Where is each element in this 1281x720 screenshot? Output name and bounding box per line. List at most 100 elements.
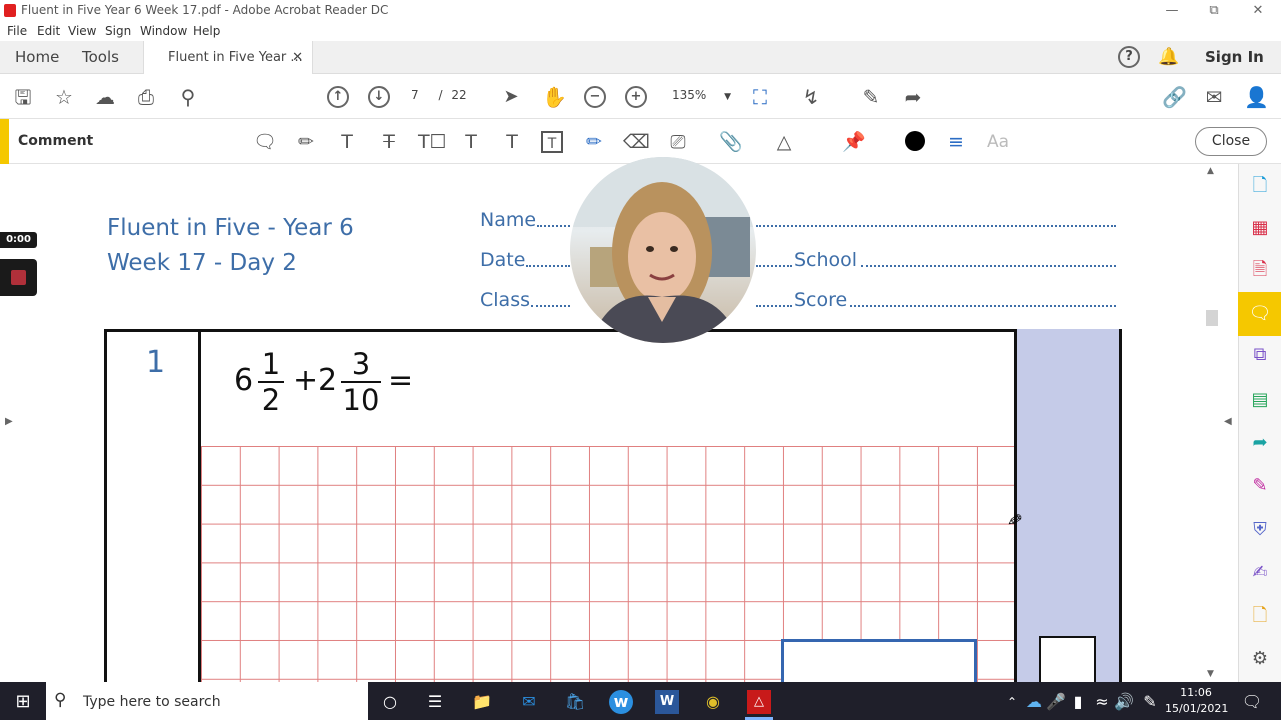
menu-file[interactable]: File [7, 24, 27, 38]
zoom-out-icon[interactable]: − [584, 86, 606, 108]
wifi-icon[interactable]: ≈ [1090, 690, 1114, 714]
menu-help[interactable]: Help [193, 24, 220, 38]
taskbar-clock[interactable]: 11:06 15/01/2021 [1165, 685, 1228, 717]
comment-accent-bar [0, 119, 9, 164]
sticky-note-icon[interactable]: 🗨 [253, 131, 277, 153]
store-app-icon[interactable]: 🛍 [563, 690, 587, 714]
tab-home[interactable]: Home [15, 41, 59, 74]
fit-page-icon[interactable]: ⛶ [749, 86, 771, 108]
notification-center-icon[interactable]: 🗨 [1240, 690, 1264, 714]
page-number-box[interactable]: 7 / 22 [411, 88, 467, 102]
tab-tools[interactable]: Tools [82, 41, 119, 74]
comment-tool-icon[interactable]: 🗨 [1248, 302, 1272, 326]
file-explorer-icon[interactable]: 📁 [470, 690, 494, 714]
windows-start-icon[interactable]: ⊞ [11, 690, 35, 714]
select-cursor-icon[interactable]: ➤ [500, 86, 522, 108]
mail-app-icon[interactable]: ✉ [517, 690, 541, 714]
more-tools-icon[interactable]: ⚙ [1248, 647, 1272, 671]
scroll-up-icon[interactable]: ▲ [1207, 166, 1214, 176]
right-panel-collapse-icon[interactable]: ◀ [1224, 416, 1232, 427]
add-text-comment-icon[interactable]: T [500, 131, 524, 153]
window-close-button[interactable]: ✕ [1235, 0, 1281, 21]
left-panel-toggle-icon[interactable]: ▶ [5, 416, 13, 427]
menu-view[interactable]: View [68, 24, 96, 38]
onedrive-cloud-icon[interactable]: ☁ [1022, 690, 1046, 714]
acrobat-app-icon [4, 4, 16, 17]
tab-document[interactable]: Fluent in Five Year ... ✕ [143, 41, 313, 74]
scroll-down-icon[interactable]: ▼ [1207, 669, 1214, 679]
menu-edit[interactable]: Edit [37, 24, 60, 38]
page-current-input[interactable]: 7 [411, 88, 419, 102]
vertical-scrollbar[interactable] [1203, 164, 1220, 682]
zoom-level-select[interactable]: 135% ▼ [672, 88, 731, 102]
text-box-icon[interactable]: T [541, 131, 563, 153]
acrobat-taskbar-icon[interactable]: △ [747, 690, 771, 714]
previous-page-icon[interactable]: ↑ [327, 86, 349, 108]
zoom-in-icon[interactable]: + [625, 86, 647, 108]
school-line [861, 265, 1116, 267]
send-for-review-icon[interactable]: 🗋 [1248, 604, 1272, 628]
compress-pdf-icon[interactable]: ▤ [1248, 388, 1272, 412]
tab-close-icon[interactable]: ✕ [292, 41, 303, 74]
color-picker-icon[interactable] [905, 131, 925, 151]
name-line-right [756, 225, 1116, 227]
microphone-icon[interactable]: 🎤 [1044, 690, 1068, 714]
webcam-video-overlay[interactable] [570, 157, 756, 343]
chrome-app-icon[interactable]: ◉ [701, 690, 725, 714]
print-icon[interactable]: ⎙ [135, 86, 157, 108]
next-page-icon[interactable]: ↓ [368, 86, 390, 108]
upload-cloud-icon[interactable]: ☁ [94, 86, 116, 108]
share-tool-icon[interactable]: ➦ [902, 86, 924, 108]
export-pdf-icon[interactable]: 🗋 [1248, 174, 1272, 198]
attach-file-icon[interactable]: 📎 [719, 131, 743, 153]
font-size-icon[interactable]: Aa [983, 131, 1013, 153]
protect-shield-icon[interactable]: ⛨ [1248, 518, 1272, 542]
line-thickness-icon[interactable]: ≡ [944, 131, 968, 153]
pen-workspace-icon[interactable]: ✎ [1138, 690, 1162, 714]
menu-sign[interactable]: Sign [105, 24, 131, 38]
fill-sign-icon[interactable]: ✎ [860, 86, 882, 108]
share-link-icon[interactable]: 🔗 [1162, 86, 1187, 108]
request-signature-icon[interactable]: ✍ [1248, 561, 1272, 585]
volume-icon[interactable]: 🔊 [1112, 690, 1136, 714]
eraser-icon[interactable]: ⌫ [623, 131, 650, 153]
organize-pages-icon[interactable]: ▦ [1248, 216, 1272, 240]
cortana-circle-icon[interactable]: ○ [378, 690, 402, 714]
minimize-button[interactable]: — [1149, 0, 1195, 21]
highlight-icon[interactable]: ✏ [294, 131, 318, 153]
combine-files-icon[interactable]: ⧉ [1248, 343, 1272, 367]
insert-text-icon[interactable]: T [459, 131, 483, 153]
show-hidden-icons-chevron-icon[interactable]: ⌃ [1000, 690, 1024, 714]
create-pdf-icon[interactable]: 🗎 [1248, 258, 1272, 282]
edit-pdf-icon[interactable]: ➦ [1248, 431, 1272, 455]
pin-keep-tool-icon[interactable]: 📌 [842, 131, 866, 153]
underline-text-icon[interactable]: T [335, 131, 359, 153]
restore-button[interactable]: ⧉ [1191, 0, 1237, 21]
close-comment-button[interactable]: Close [1195, 127, 1267, 156]
stamp-icon[interactable]: ⎚ [666, 131, 690, 153]
sign-in-link[interactable]: Sign In [1205, 41, 1264, 74]
replace-text-icon[interactable]: T☐ [418, 131, 447, 153]
battery-icon[interactable]: ▮ [1066, 690, 1090, 714]
find-search-icon[interactable]: ⚲ [177, 86, 199, 108]
scrollbar-thumb[interactable] [1206, 310, 1218, 326]
email-icon[interactable]: ✉ [1203, 86, 1225, 108]
task-view-icon[interactable]: ☰ [423, 690, 447, 714]
webex-app-icon[interactable]: w [609, 690, 633, 714]
fill-sign-panel-icon[interactable]: ✎ [1248, 474, 1272, 498]
pencil-draw-icon[interactable]: ✏ [582, 131, 606, 153]
word-app-icon[interactable]: W [655, 690, 679, 714]
menu-window[interactable]: Window [140, 24, 187, 38]
zoom-dropdown-chevron-icon[interactable]: ▼ [724, 92, 731, 102]
add-user-icon[interactable]: 👤 [1244, 86, 1269, 108]
save-icon[interactable]: 🖫 [12, 86, 34, 108]
bookmark-star-icon[interactable]: ☆ [53, 86, 75, 108]
shapes-icon[interactable]: △ [772, 131, 796, 153]
hand-tool-icon[interactable]: ✋ [542, 86, 567, 108]
scroll-mode-icon[interactable]: ↯ [800, 86, 822, 108]
help-icon[interactable]: ? [1118, 46, 1140, 68]
notifications-bell-icon[interactable]: 🔔 [1158, 41, 1179, 74]
recording-timer: 0:00 [0, 232, 37, 248]
page-separator: / [438, 88, 443, 102]
strikethrough-icon[interactable]: T [377, 131, 401, 153]
